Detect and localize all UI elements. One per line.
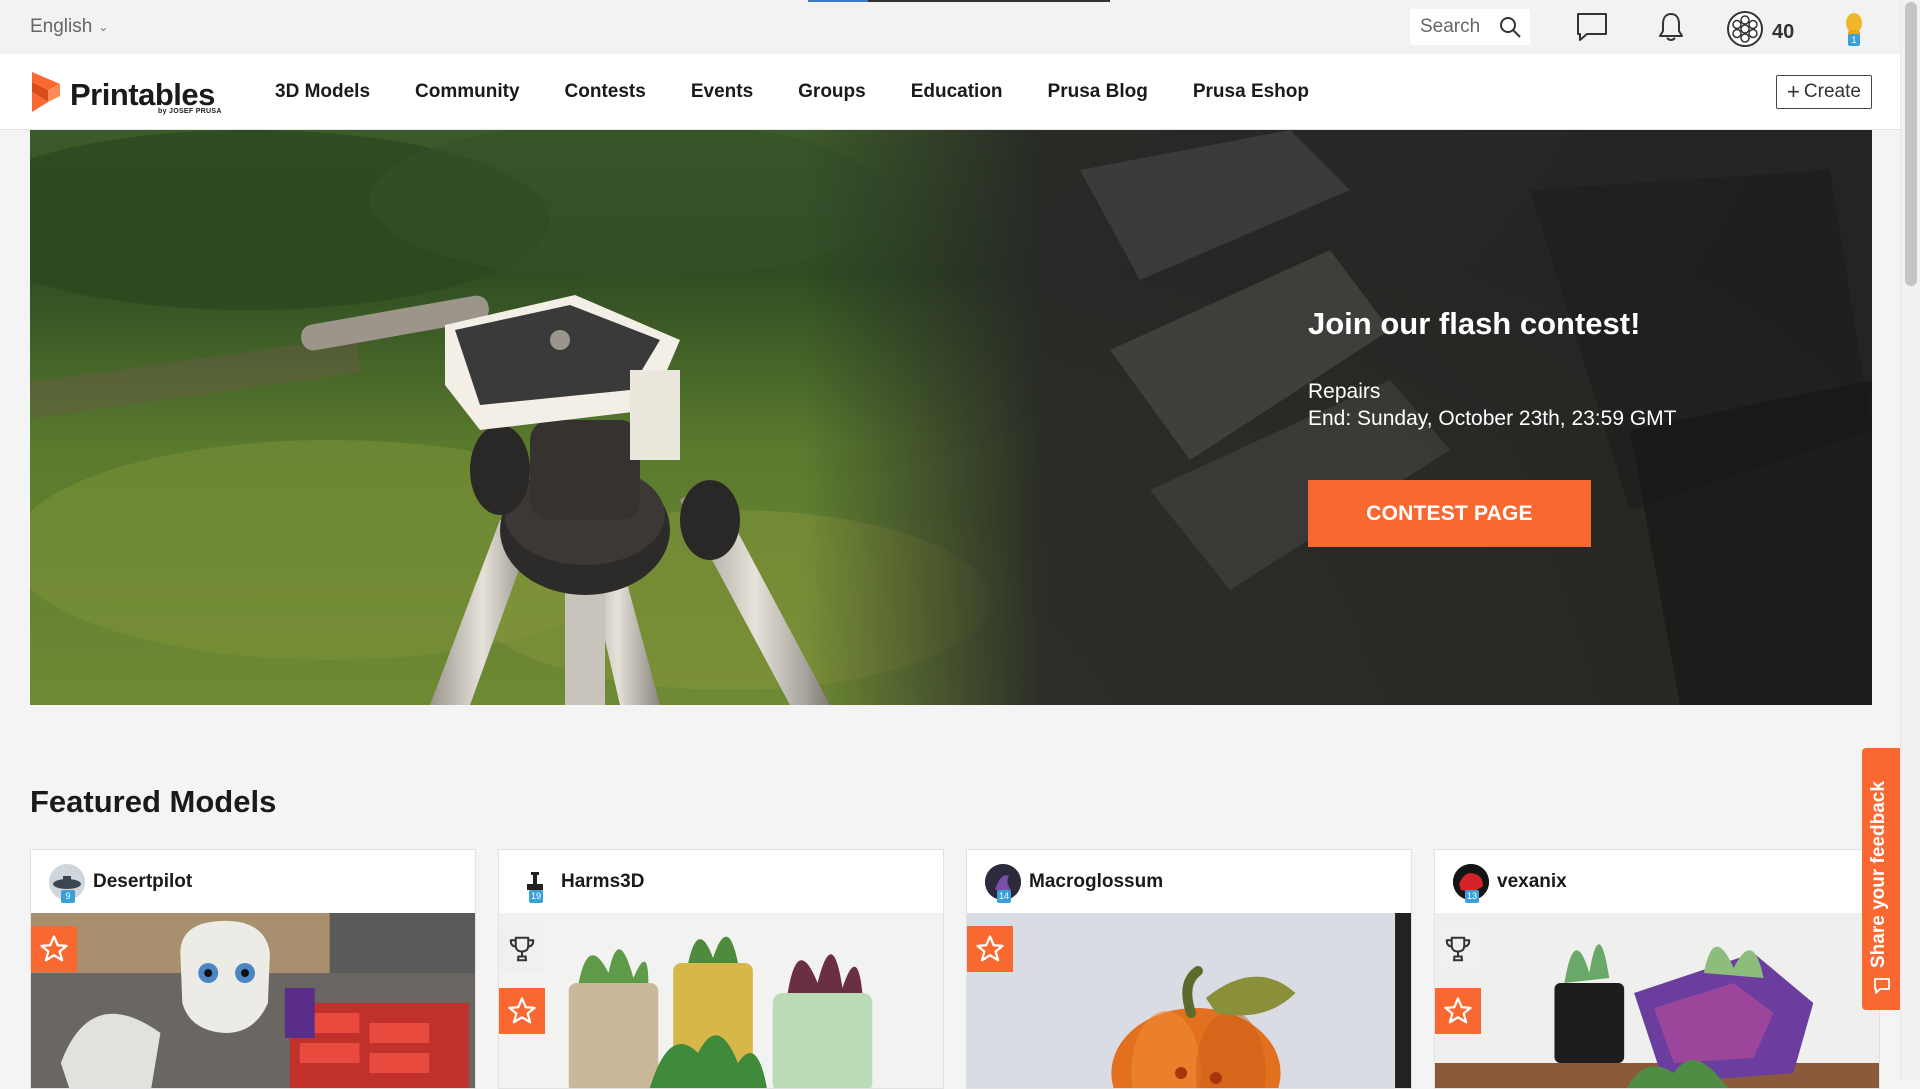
author-avatar[interactable]: 13 <box>1453 863 1489 903</box>
notifications-bell-icon[interactable] <box>1656 11 1686 48</box>
author-avatar[interactable]: 14 <box>985 863 1021 903</box>
top-utility-bar: English ⌄ 40 1 <box>0 0 1900 54</box>
chevron-down-icon: ⌄ <box>98 20 109 34</box>
scrollbar-thumb[interactable] <box>1905 2 1917 286</box>
nav-menu: 3D Models Community Contests Events Grou… <box>275 54 1309 130</box>
model-card[interactable]: 13 vexanix <box>1434 849 1880 1089</box>
card-author[interactable]: 13 vexanix <box>1435 850 1879 913</box>
model-thumbnail[interactable] <box>967 913 1411 1089</box>
model-card[interactable]: 19 Harms3D <box>498 849 944 1089</box>
model-card[interactable]: 14 Macroglossum <box>966 849 1412 1089</box>
author-avatar[interactable]: 9 <box>49 863 85 903</box>
language-label: English <box>30 16 93 37</box>
create-button-label: Create <box>1803 81 1861 102</box>
contest-trophy-icon[interactable] <box>1435 926 1481 972</box>
contest-trophy-icon[interactable] <box>499 926 545 972</box>
featured-star-icon[interactable] <box>1435 988 1481 1034</box>
contest-end-date: End: Sunday, October 23th, 23:59 GMT <box>1308 407 1677 430</box>
card-author[interactable]: 19 Harms3D <box>499 850 943 913</box>
messages-icon[interactable] <box>1575 11 1609 48</box>
page-scrollbar[interactable] <box>1900 0 1920 1080</box>
featured-star-icon[interactable] <box>499 988 545 1034</box>
search-icon[interactable] <box>1498 15 1522 44</box>
author-level-badge: 9 <box>61 889 75 903</box>
logo-subtext: by JOSEF PRUSA <box>158 108 222 115</box>
nav-item-prusa-blog[interactable]: Prusa Blog <box>1048 81 1148 103</box>
contest-name: Repairs <box>1308 380 1381 403</box>
author-level-badge: 14 <box>997 889 1011 903</box>
featured-star-icon[interactable] <box>967 926 1013 972</box>
card-author[interactable]: 14 Macroglossum <box>967 850 1411 913</box>
search-input[interactable] <box>1420 16 1500 38</box>
hero-title: Join our flash contest! <box>1308 306 1641 341</box>
author-name[interactable]: Macroglossum <box>1029 871 1163 893</box>
nav-item-contests[interactable]: Contests <box>565 81 646 103</box>
main-navigation: Printables by JOSEF PRUSA 3D Models Comm… <box>0 54 1900 130</box>
prusameter-icon <box>1726 10 1764 54</box>
hero-text: Join our flash contest! Repairs End: Sun… <box>1308 306 1676 432</box>
author-level-badge: 13 <box>1465 889 1479 903</box>
user-avatar[interactable]: 1 <box>1843 12 1865 48</box>
page-loading-bar <box>808 0 1110 2</box>
create-button[interactable]: + Create <box>1776 75 1872 109</box>
plus-icon: + <box>1787 79 1800 104</box>
author-name[interactable]: Harms3D <box>561 871 644 893</box>
user-level-badge: 1 <box>1848 34 1860 46</box>
model-thumbnail[interactable] <box>1435 913 1879 1089</box>
contest-hero-banner: Join our flash contest! Repairs End: Sun… <box>30 130 1872 705</box>
author-avatar[interactable]: 19 <box>517 863 553 903</box>
nav-item-3d-models[interactable]: 3D Models <box>275 81 370 103</box>
author-level-badge: 19 <box>529 889 543 903</box>
nav-item-groups[interactable]: Groups <box>798 81 866 103</box>
author-name[interactable]: vexanix <box>1497 871 1567 893</box>
feedback-tab[interactable]: Share your feedback <box>1862 748 1902 1010</box>
search-box[interactable] <box>1410 9 1530 45</box>
nav-item-community[interactable]: Community <box>415 81 520 103</box>
contest-page-button[interactable]: CONTEST PAGE <box>1308 480 1591 547</box>
author-name[interactable]: Desertpilot <box>93 871 192 893</box>
prusameters-counter[interactable]: 40 <box>1726 10 1794 54</box>
logo-wordmark: Printables <box>70 77 215 112</box>
prusameters-count: 40 <box>1772 20 1795 43</box>
model-thumbnail[interactable] <box>31 913 475 1089</box>
model-thumbnail[interactable] <box>499 913 943 1089</box>
feedback-label: Share your feedback <box>1868 781 1889 968</box>
card-author[interactable]: 9 Desertpilot <box>31 850 475 913</box>
printables-logo[interactable]: Printables by JOSEF PRUSA <box>30 70 221 119</box>
featured-models-heading: Featured Models <box>30 784 277 819</box>
printables-logo-icon <box>30 70 62 119</box>
model-card[interactable]: 9 Desertpilot <box>30 849 476 1089</box>
feedback-chat-icon <box>1872 976 1892 1001</box>
nav-item-events[interactable]: Events <box>691 81 753 103</box>
nav-item-education[interactable]: Education <box>911 81 1003 103</box>
language-selector[interactable]: English ⌄ <box>30 16 108 38</box>
featured-star-icon[interactable] <box>31 926 77 972</box>
nav-item-prusa-eshop[interactable]: Prusa Eshop <box>1193 81 1309 103</box>
